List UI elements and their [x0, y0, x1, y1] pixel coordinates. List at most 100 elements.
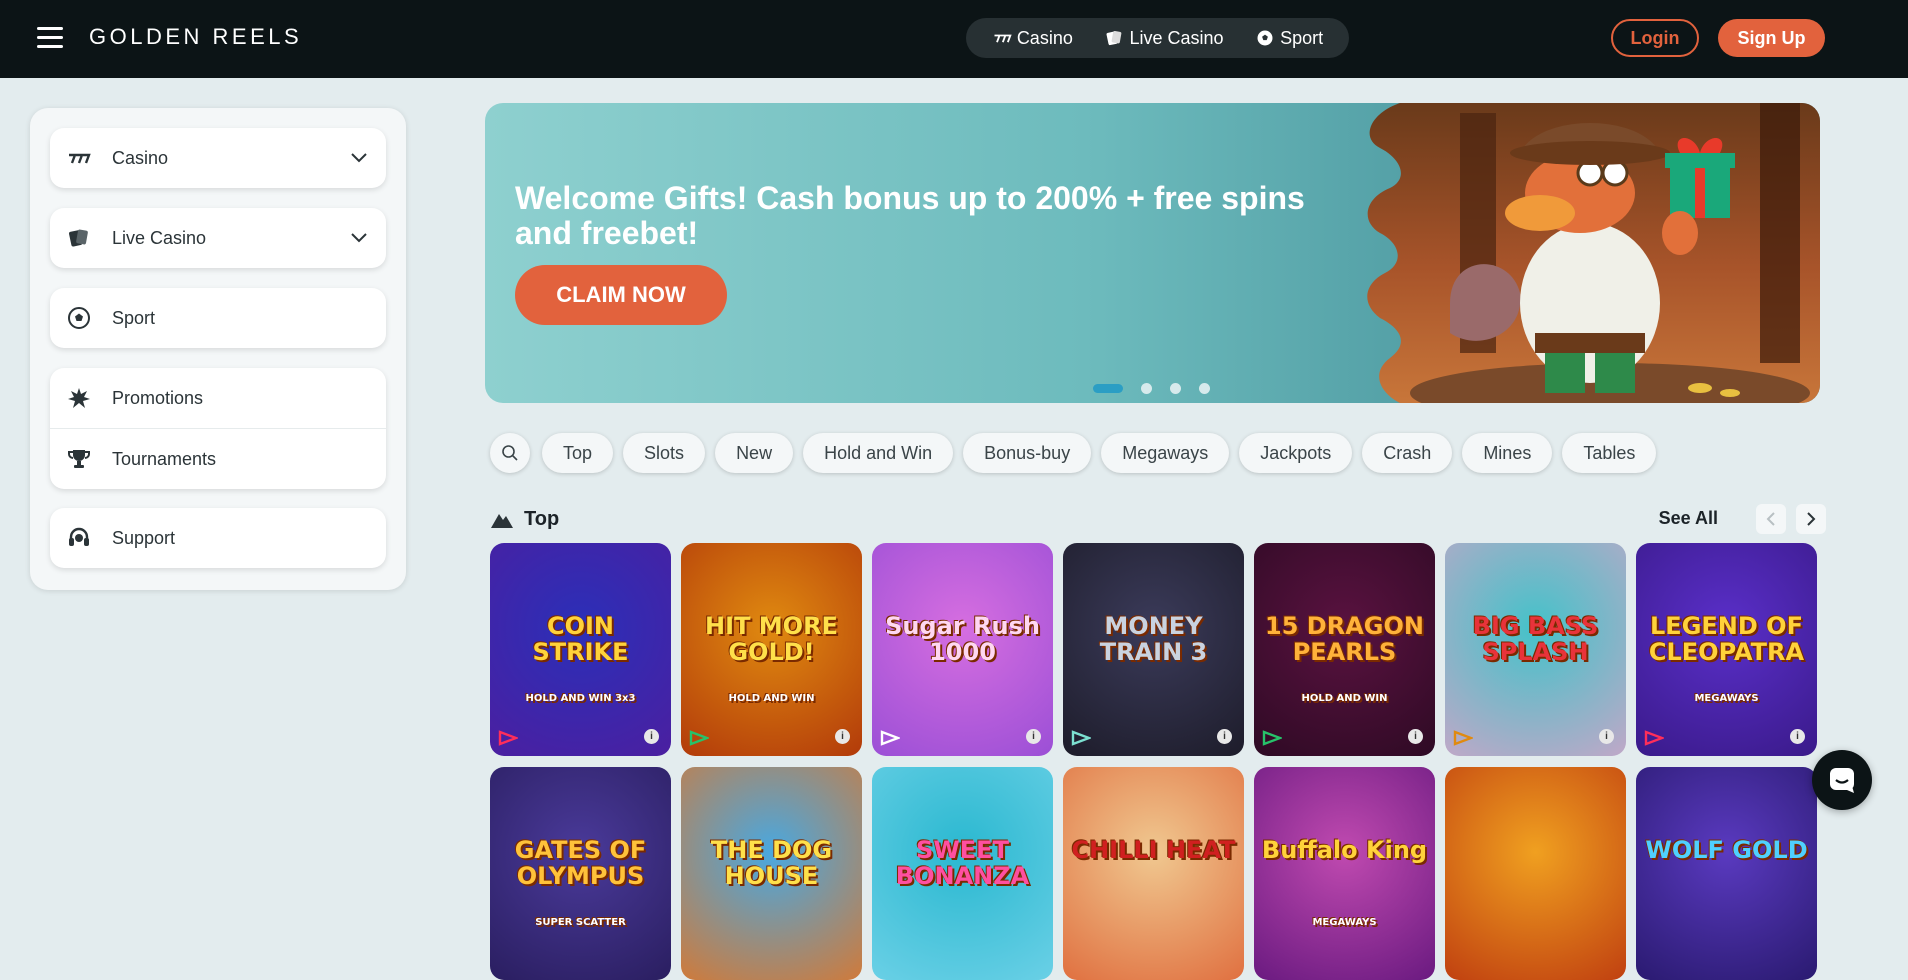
- game-title: WOLF GOLD: [1645, 836, 1808, 864]
- login-button[interactable]: Login: [1611, 19, 1699, 57]
- signup-button[interactable]: Sign Up: [1718, 19, 1825, 57]
- info-icon[interactable]: i: [1408, 729, 1423, 744]
- nav-casino-label: Casino: [1016, 27, 1073, 48]
- sidebar-item-promotions[interactable]: Promotions: [50, 368, 386, 428]
- sidebar-item-tournaments[interactable]: Tournaments: [50, 429, 386, 489]
- filter-mines[interactable]: Mines: [1462, 433, 1553, 473]
- see-all-link[interactable]: See All: [1659, 508, 1718, 529]
- slider-dot[interactable]: [1093, 384, 1123, 393]
- nav-casino[interactable]: Casino: [992, 28, 1073, 49]
- game-tile[interactable]: BIG BASS SPLASH i: [1445, 543, 1626, 756]
- game-tile[interactable]: HIT MORE GOLD! HOLD AND WIN i: [681, 543, 862, 756]
- info-icon[interactable]: i: [1217, 729, 1232, 744]
- provider-logo-icon: [1071, 730, 1093, 746]
- sidebar-item-live-casino[interactable]: Live Casino: [50, 208, 386, 268]
- search-icon: [502, 445, 518, 461]
- info-icon[interactable]: i: [1790, 729, 1805, 744]
- filter-hold-and-win[interactable]: Hold and Win: [803, 433, 954, 473]
- filter-slots[interactable]: Slots: [623, 433, 706, 473]
- filter-new[interactable]: New: [715, 433, 794, 473]
- main-nav: Casino Live Casino Sport: [966, 18, 1349, 58]
- game-tile[interactable]: COIN STRIKE HOLD AND WIN 3x3 i: [490, 543, 671, 756]
- game-title: GATES OF OLYMPUS: [514, 836, 647, 890]
- live-chat-button[interactable]: [1812, 750, 1872, 810]
- filter-tables[interactable]: Tables: [1562, 433, 1657, 473]
- search-button[interactable]: [490, 433, 530, 473]
- cards-icon: [66, 225, 92, 251]
- game-title: BIG BASS SPLASH: [1472, 612, 1599, 666]
- provider-logo-icon: [498, 730, 520, 746]
- carousel-next-button[interactable]: [1796, 504, 1826, 534]
- game-tile[interactable]: LEGEND OF CLEOPATRA MEGAWAYS i: [1636, 543, 1817, 756]
- promo-banner[interactable]: Welcome Gifts! Cash bonus up to 200% + f…: [485, 103, 1820, 403]
- game-tile[interactable]: 15 DRAGON PEARLS HOLD AND WIN i: [1254, 543, 1435, 756]
- game-title: MONEY TRAIN 3: [1099, 612, 1208, 666]
- top-bar: GOLDEN REELS Casino Live Casino Sport Lo…: [0, 0, 1908, 78]
- sidebar-item-label: Promotions: [112, 387, 204, 408]
- game-subtitle: MEGAWAYS: [1694, 693, 1759, 704]
- game-tile[interactable]: Buffalo King MEGAWAYS: [1254, 767, 1435, 980]
- sidebar: Casino Live Casino Sport Promotions Tour…: [30, 108, 406, 590]
- game-grid: COIN STRIKE HOLD AND WIN 3x3 i HIT MORE GOL…: [490, 543, 1817, 980]
- chevron-down-icon[interactable]: [350, 228, 368, 246]
- sidebar-item-sport[interactable]: Sport: [50, 288, 386, 348]
- banner-title: Welcome Gifts! Cash bonus up to 200% + f…: [515, 180, 1305, 251]
- game-subtitle: SUPER SCATTER: [535, 917, 626, 928]
- game-tile[interactable]: GATES OF OLYMPUS SUPER SCATTER: [490, 767, 671, 980]
- slider-dot[interactable]: [1141, 383, 1152, 394]
- sidebar-item-label: Support: [112, 527, 176, 548]
- carousel-prev-button[interactable]: [1756, 504, 1786, 534]
- claim-now-button[interactable]: CLAIM NOW: [515, 265, 727, 325]
- filter-jackpots[interactable]: Jackpots: [1239, 433, 1353, 473]
- info-icon[interactable]: i: [644, 729, 659, 744]
- filter-crash[interactable]: Crash: [1362, 433, 1453, 473]
- info-icon[interactable]: i: [1026, 729, 1041, 744]
- chevron-down-icon[interactable]: [350, 148, 368, 166]
- game-tile[interactable]: [1445, 767, 1626, 980]
- sidebar-card-casino: Casino: [50, 128, 386, 188]
- game-title: Buffalo King: [1261, 836, 1428, 864]
- filter-top[interactable]: Top: [542, 433, 614, 473]
- sidebar-card-promotions: Promotions Tournaments: [50, 368, 386, 489]
- game-tile[interactable]: MONEY TRAIN 3 i: [1063, 543, 1244, 756]
- nav-live-casino[interactable]: Live Casino: [1104, 28, 1224, 49]
- nav-sport[interactable]: Sport: [1255, 28, 1323, 49]
- headset-icon: [66, 525, 92, 551]
- provider-logo-icon: [1644, 730, 1666, 746]
- mountain-icon: [491, 514, 513, 528]
- provider-logo-icon: [880, 730, 902, 746]
- game-title: Sugar Rush 1000: [885, 612, 1040, 666]
- game-subtitle: HOLD AND WIN 3x3: [525, 693, 636, 704]
- slider-dots: [1093, 383, 1210, 394]
- game-subtitle: HOLD AND WIN: [728, 693, 815, 704]
- sidebar-item-label: Tournaments: [112, 448, 217, 469]
- game-tile[interactable]: CHILLI HEAT: [1063, 767, 1244, 980]
- sidebar-item-label: Casino: [112, 147, 169, 168]
- hamburger-menu-icon[interactable]: [37, 27, 63, 49]
- info-icon[interactable]: i: [1599, 729, 1614, 744]
- info-icon[interactable]: i: [835, 729, 850, 744]
- provider-logo-icon: [689, 730, 711, 746]
- game-title: HIT MORE GOLD!: [705, 612, 838, 666]
- nav-sport-label: Sport: [1280, 27, 1324, 48]
- soccer-ball-icon: [1257, 30, 1273, 46]
- slider-dot[interactable]: [1199, 383, 1210, 394]
- sidebar-item-casino[interactable]: Casino: [50, 128, 386, 188]
- game-tile[interactable]: SWEET BONANZA: [872, 767, 1053, 980]
- game-tile[interactable]: WOLF GOLD: [1636, 767, 1817, 980]
- game-tile[interactable]: THE DOG HOUSE: [681, 767, 862, 980]
- sidebar-item-label: Sport: [112, 307, 156, 328]
- chat-icon: [1830, 768, 1854, 793]
- site-logo[interactable]: GOLDEN REELS: [89, 24, 302, 50]
- game-subtitle: HOLD AND WIN: [1301, 693, 1388, 704]
- sidebar-item-support[interactable]: Support: [50, 508, 386, 568]
- section-title: Top: [524, 507, 560, 530]
- sidebar-card-live-casino: Live Casino: [50, 208, 386, 268]
- trophy-icon: [66, 446, 92, 472]
- slider-dot[interactable]: [1170, 383, 1181, 394]
- filter-megaways[interactable]: Megaways: [1101, 433, 1230, 473]
- game-tile[interactable]: Sugar Rush 1000 i: [872, 543, 1053, 756]
- category-filters: Top Slots New Hold and Win Bonus-buy Meg…: [490, 433, 1657, 473]
- game-title: CHILLI HEAT: [1071, 836, 1236, 864]
- filter-bonus-buy[interactable]: Bonus-buy: [963, 433, 1092, 473]
